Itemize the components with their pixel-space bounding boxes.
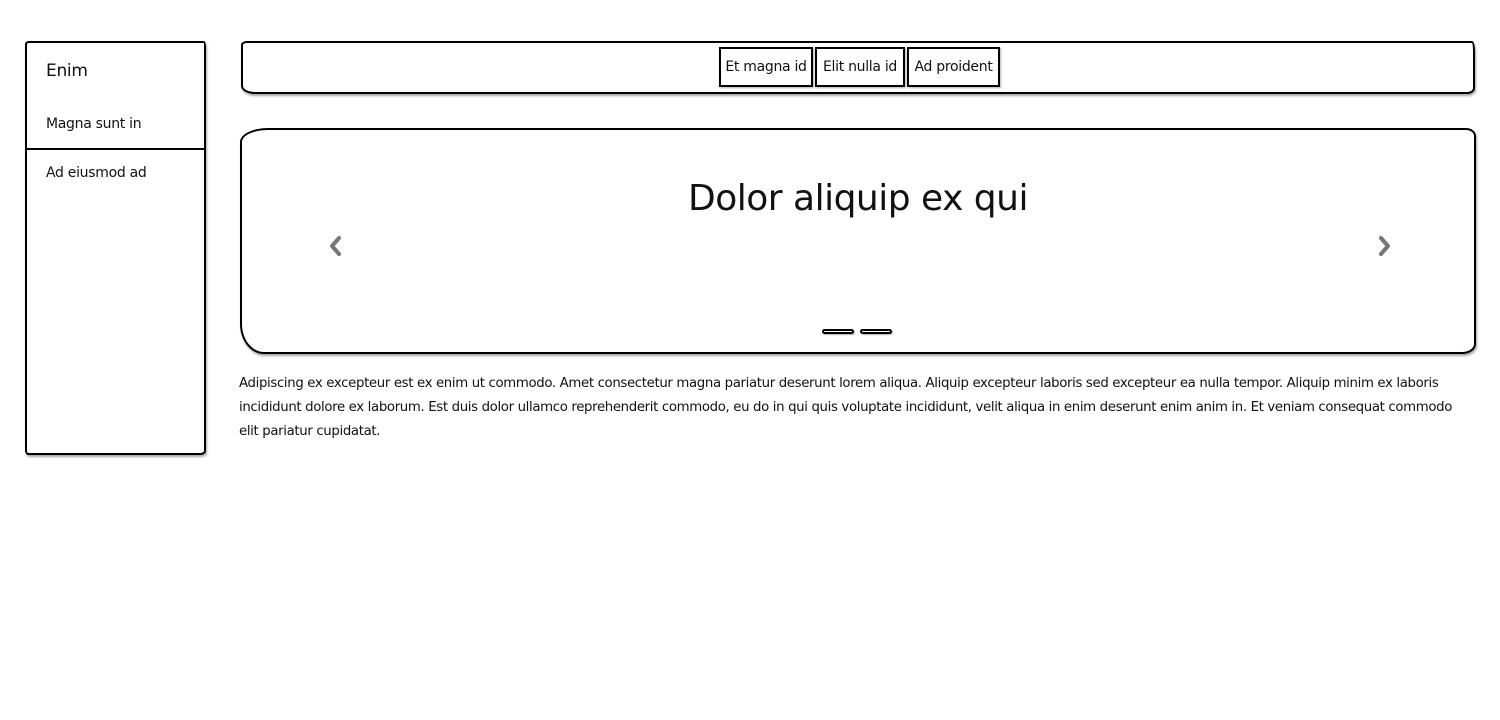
sidebar-divider [27,148,204,150]
carousel-next-button[interactable] [1372,234,1396,258]
carousel-indicators [822,329,898,334]
carousel: Dolor aliquip ex qui [240,128,1476,354]
nav-tab-et-magna-id[interactable]: Et magna id [719,47,813,87]
sidebar-item-magna-sunt-in[interactable]: Magna sunt in [46,116,142,132]
nav-tab-group: Et magna id Elit nulla id Ad proident [719,47,1002,87]
top-navbar: Et magna id Elit nulla id Ad proident [241,41,1475,94]
sidebar-title: Enim [46,61,88,81]
body-paragraph: Adipiscing ex excepteur est ex enim ut c… [239,376,1452,439]
carousel-prev-button[interactable] [324,234,348,258]
chevron-right-icon [1379,236,1390,256]
carousel-indicator-1[interactable] [822,329,854,334]
sidebar-item-ad-eiusmod-ad[interactable]: Ad eiusmod ad [46,165,147,181]
nav-tab-ad-proident[interactable]: Ad proident [907,47,1000,87]
sidebar: Enim Magna sunt in Ad eiusmod ad [25,41,206,455]
carousel-indicator-2[interactable] [860,329,892,334]
carousel-slide-title: Dolor aliquip ex qui [688,178,1028,219]
nav-tab-elit-nulla-id[interactable]: Elit nulla id [815,47,905,87]
chevron-left-icon [330,236,341,256]
